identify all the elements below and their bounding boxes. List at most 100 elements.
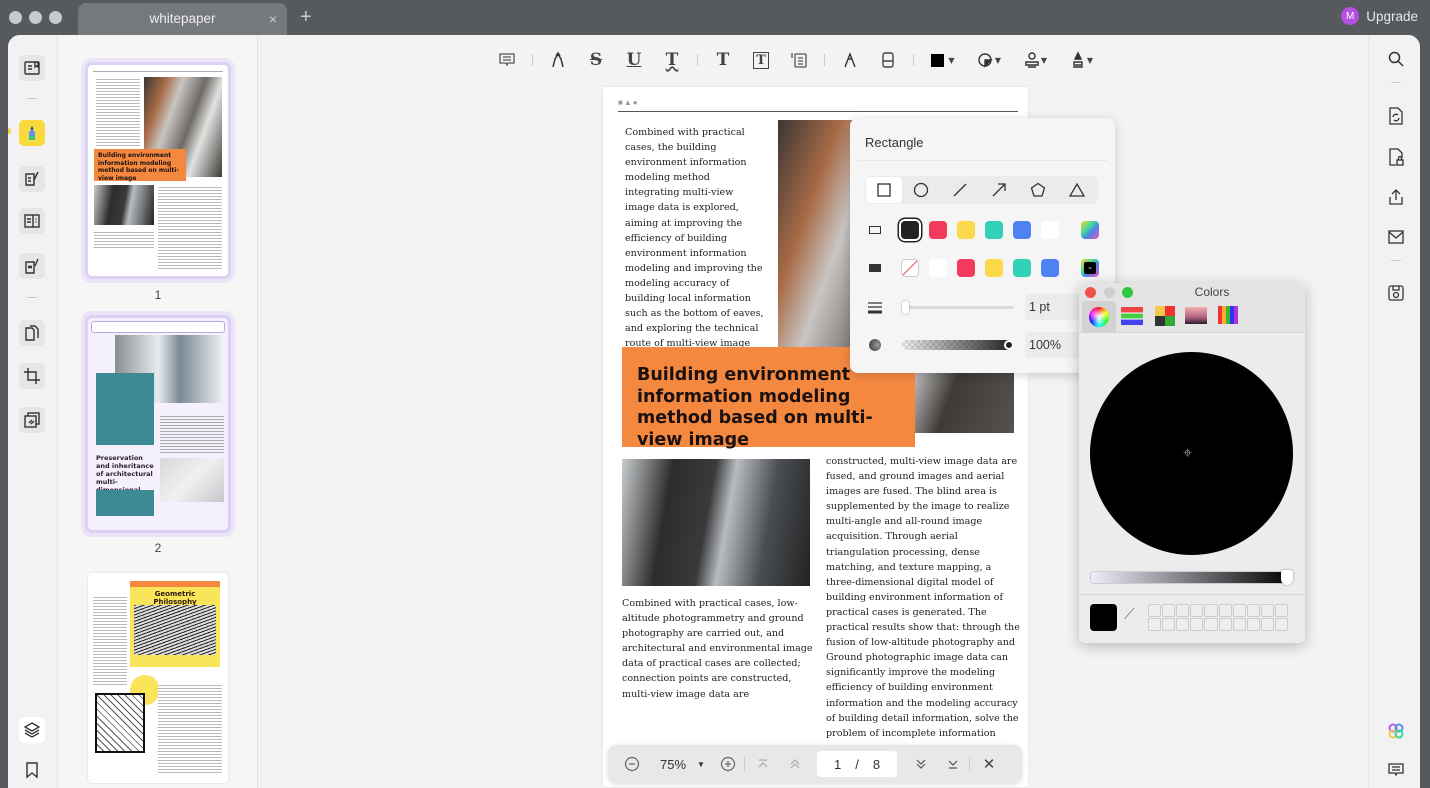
squiggly-underline-icon[interactable]: T [659,47,685,73]
stroke-width-slider[interactable] [902,306,1014,309]
color-palettes-tab[interactable] [1155,306,1175,326]
text-box-icon[interactable]: T [748,47,774,73]
previous-page-button[interactable] [781,758,809,770]
stroke-swatch-yellow[interactable] [957,221,975,239]
current-color-well[interactable] [1090,604,1117,631]
text-callout-icon[interactable] [786,47,812,73]
save-icon[interactable] [1385,282,1407,304]
fill-custom-color-button[interactable]: ⌄ [1081,259,1099,277]
fill-swatch-red[interactable] [957,259,975,277]
fill-swatch-none[interactable] [901,259,919,277]
zoom-level[interactable]: 75% [656,757,690,772]
comments-icon[interactable] [1385,759,1407,781]
crop-icon[interactable] [19,363,45,389]
signature-icon[interactable]: ▼ [1064,47,1098,73]
color-sliders-tab[interactable] [1121,307,1143,325]
custom-swatch-well[interactable] [1148,618,1162,631]
shape-line-button[interactable] [952,182,968,203]
shape-triangle-button[interactable] [1068,182,1086,203]
last-page-button[interactable] [937,758,969,770]
custom-swatch-well[interactable] [1246,604,1260,617]
document-tab[interactable]: whitepaper × [78,3,287,36]
image-palettes-tab[interactable] [1185,307,1207,324]
pencil-icon[interactable] [837,47,863,73]
custom-swatch-well[interactable] [1176,604,1190,617]
bookmark-icon[interactable] [19,757,45,783]
custom-swatch-well[interactable] [1246,618,1260,631]
organize-pages-icon[interactable] [19,320,45,346]
custom-swatch-well[interactable] [1232,618,1246,631]
page-layout-icon[interactable] [19,208,45,234]
opacity-slider-handle[interactable] [1004,340,1014,350]
layers-icon[interactable] [19,717,45,743]
custom-swatch-well[interactable] [1204,604,1218,617]
first-page-button[interactable] [745,758,781,770]
custom-swatch-well[interactable] [1190,604,1204,617]
pencils-tab[interactable] [1218,306,1238,324]
page-thumbnail-1[interactable]: Building environment information modelin… [88,65,228,276]
email-icon[interactable] [1385,226,1407,248]
strikethrough-icon[interactable]: S [583,47,609,73]
fill-swatch-teal[interactable] [1013,259,1031,277]
tab-close-icon[interactable]: × [269,3,277,35]
custom-swatch-well[interactable] [1204,618,1218,631]
brightness-slider[interactable] [1090,571,1293,584]
search-icon[interactable] [1385,48,1407,70]
window-minimize-button[interactable] [29,11,42,24]
protect-file-icon[interactable] [1385,146,1407,168]
comment-highlighter-icon[interactable] [19,120,45,146]
stamp-icon[interactable]: ▼ [1018,47,1052,73]
stroke-width-slider-handle[interactable] [902,301,909,314]
page-thumbnail-3[interactable]: Geometric Philosophy [88,573,228,783]
custom-swatch-well[interactable] [1274,604,1288,617]
custom-swatch-well[interactable] [1260,604,1274,617]
stroke-swatch-white[interactable] [1041,221,1059,239]
shape-arrow-button[interactable] [991,182,1007,203]
next-page-button[interactable] [905,758,937,770]
text-icon[interactable]: T [710,47,736,73]
custom-swatch-well[interactable] [1190,618,1204,631]
shape-color-button[interactable]: ▼ [926,47,960,73]
upgrade-button[interactable]: M Upgrade [1341,7,1418,25]
custom-swatch-well[interactable] [1260,618,1274,631]
highlight-icon[interactable] [545,47,571,73]
page-thumbnail-2[interactable]: Preservation and inheritance of architec… [88,318,228,530]
reader-icon[interactable] [19,55,45,81]
avatar[interactable]: M [1341,7,1360,25]
window-close-button[interactable] [9,11,22,24]
page-number-input[interactable]: 1 / 8 [817,751,897,777]
shape-rectangle-button[interactable] [866,177,902,203]
color-wheel-crosshair[interactable]: ⌖ [1183,445,1192,463]
brightness-slider-handle[interactable] [1281,570,1293,585]
underline-icon[interactable]: U [621,47,647,73]
custom-swatch-well[interactable] [1176,618,1190,631]
custom-swatch-well[interactable] [1148,604,1162,617]
new-tab-button[interactable]: + [300,6,312,29]
fill-swatch-white[interactable] [929,259,947,277]
fill-swatch-blue[interactable] [1041,259,1059,277]
close-navigation-icon[interactable]: ✕ [970,755,1008,773]
form-icon[interactable] [19,253,45,279]
eraser-icon[interactable] [875,47,901,73]
comment-icon[interactable] [494,47,520,73]
eyedropper-icon[interactable]: ⟋ [1124,606,1135,623]
convert-file-icon[interactable] [1385,105,1407,127]
stroke-swatch-black[interactable] [901,221,919,239]
custom-swatch-well[interactable] [1162,604,1176,617]
zoom-in-button[interactable] [712,756,744,772]
custom-swatch-well[interactable] [1162,618,1176,631]
opacity-slider[interactable] [902,340,1012,350]
stroke-swatch-teal[interactable] [985,221,1003,239]
zoom-out-button[interactable] [608,756,656,772]
sticker-icon[interactable]: ▼ [972,47,1006,73]
edit-pdf-icon[interactable] [19,166,45,192]
window-zoom-button[interactable] [49,11,62,24]
stroke-swatch-blue[interactable] [1013,221,1031,239]
custom-swatch-well[interactable] [1274,618,1288,631]
shape-ellipse-button[interactable] [913,182,929,203]
zoom-dropdown-icon[interactable]: ▼ [690,760,712,769]
stroke-custom-color-button[interactable] [1081,221,1099,239]
ai-assistant-icon[interactable] [1385,720,1407,742]
color-wheel-tab[interactable] [1082,301,1116,333]
stroke-swatch-red[interactable] [929,221,947,239]
